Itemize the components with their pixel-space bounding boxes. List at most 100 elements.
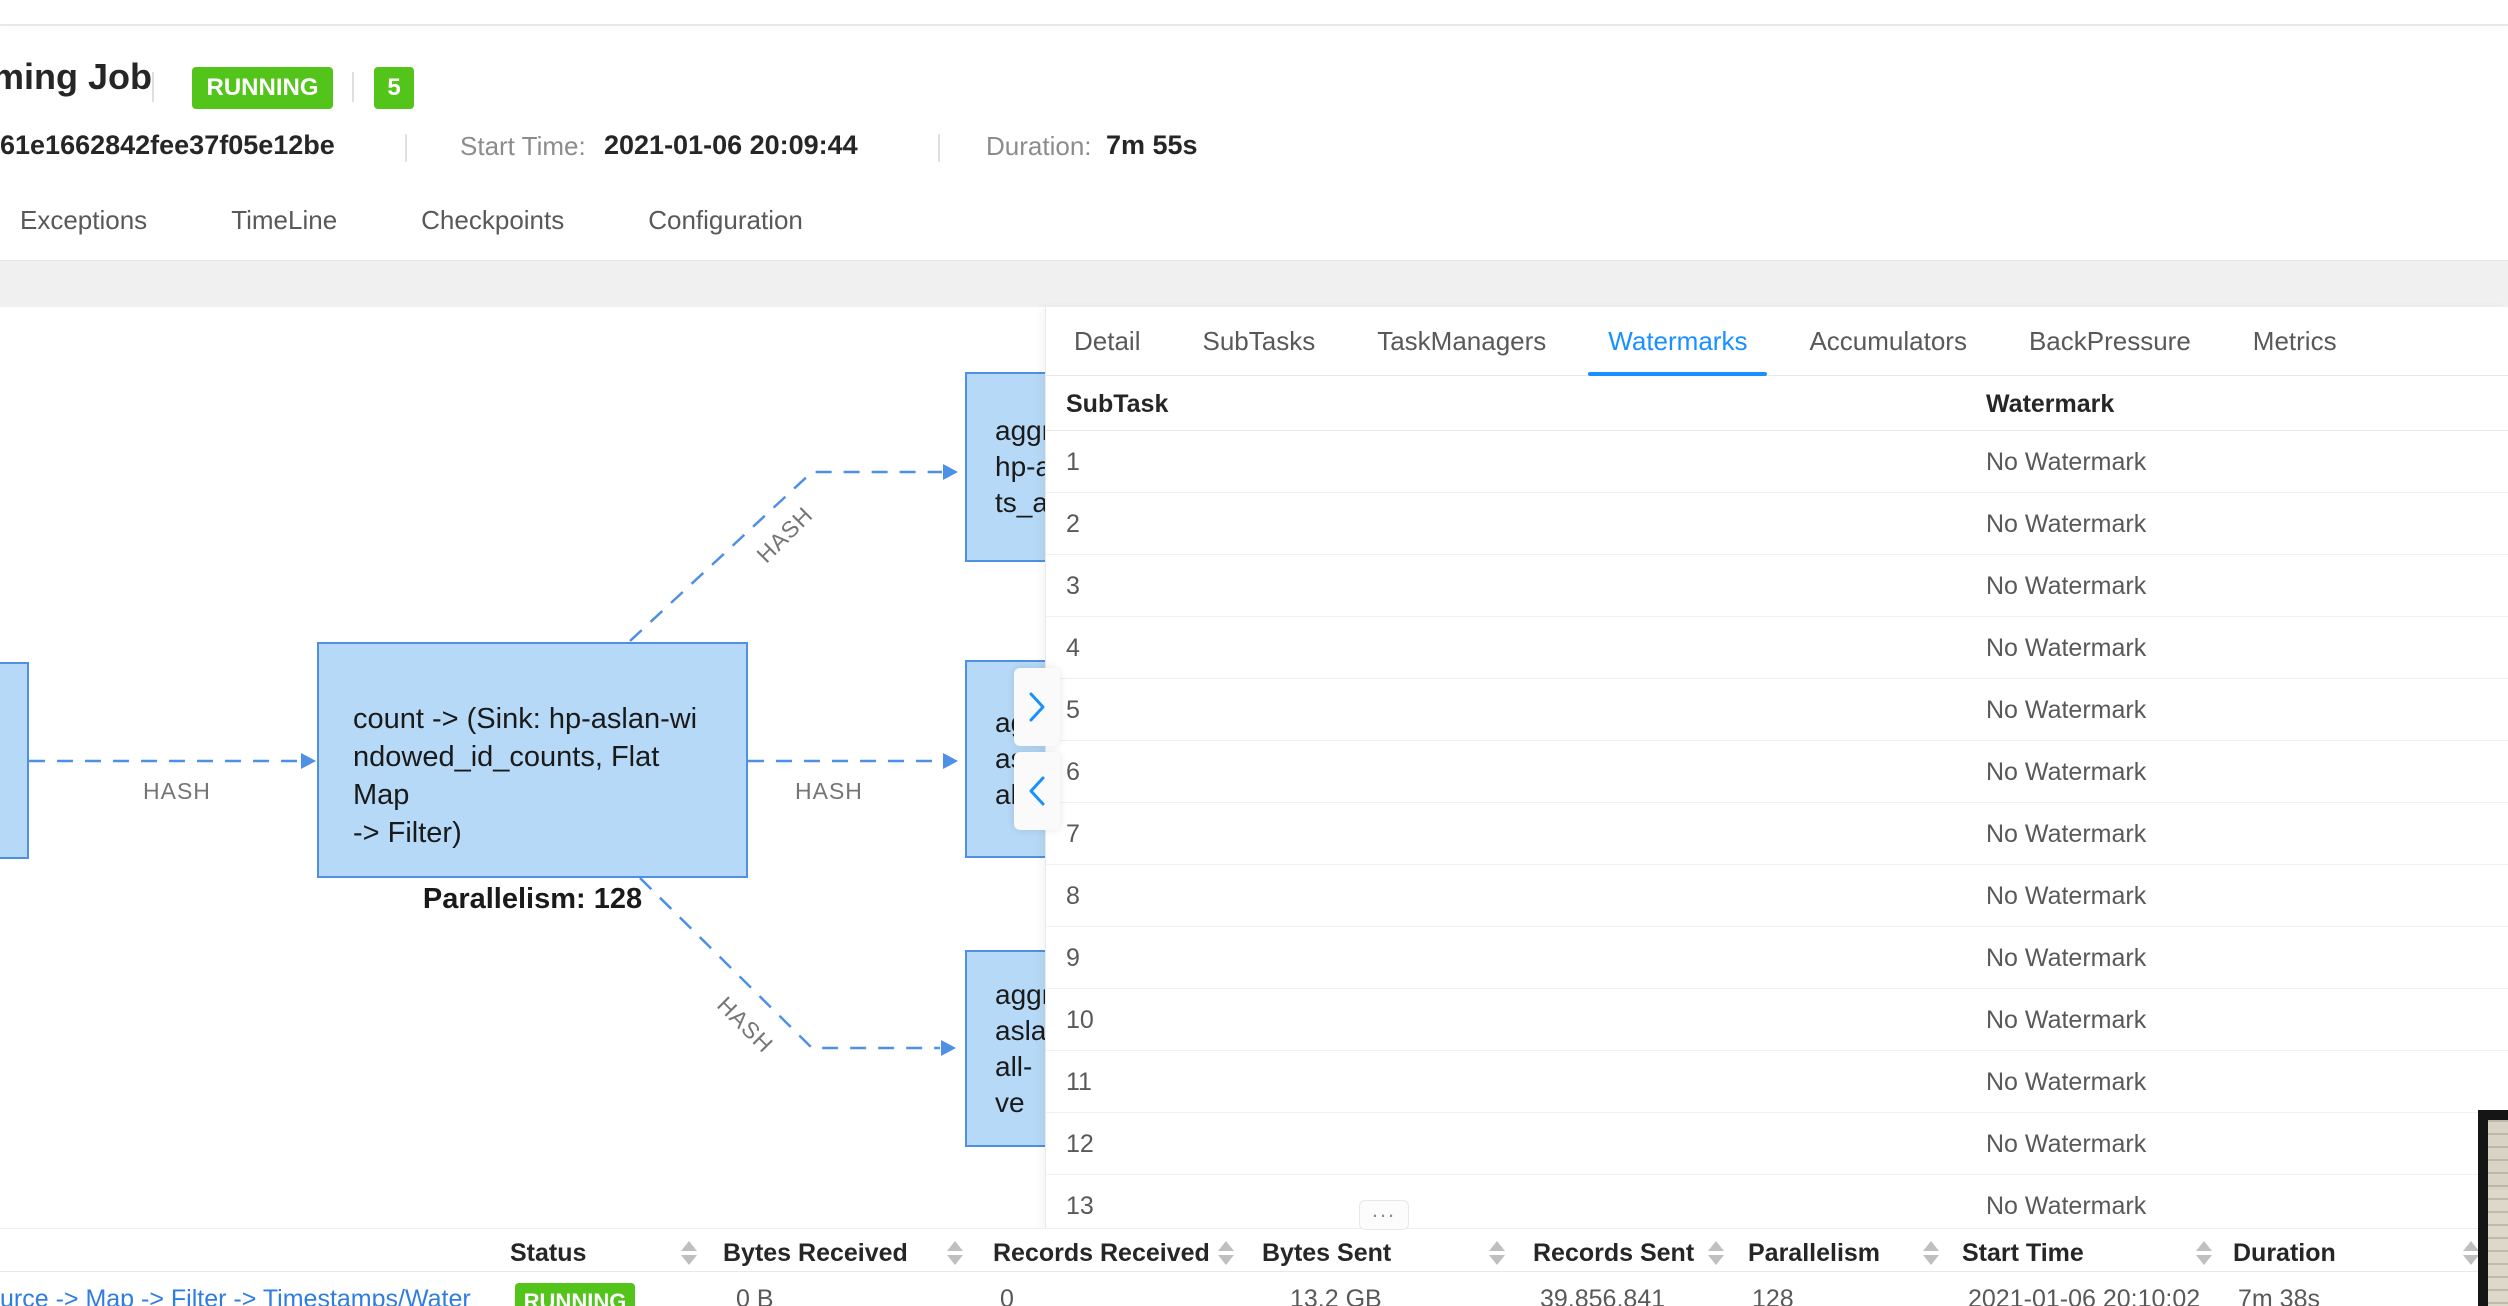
duration-cell: 7m 38s <box>2238 1285 2320 1306</box>
table-row: 1 No Watermark <box>1046 431 2508 493</box>
tab-timeline[interactable]: TimeLine <box>231 205 337 236</box>
table-row: 12 No Watermark <box>1046 1113 2508 1175</box>
table-row: 8 No Watermark <box>1046 865 2508 927</box>
toolbar-bottom-edge <box>0 24 2508 26</box>
flink-job-page: ming Job RUNNING 5 61e1662842fee37f05e12… <box>0 0 2508 1306</box>
table-row: 7 No Watermark <box>1046 803 2508 865</box>
watermark-cell: No Watermark <box>1986 510 2146 539</box>
table-row: 2 No Watermark <box>1046 493 2508 555</box>
sort-icon[interactable] <box>681 1241 697 1265</box>
subtask-cell: 11 <box>1066 1068 1092 1097</box>
column-header-records-received[interactable]: Records Received <box>993 1239 1210 1268</box>
node-text-line: ndowed_id_counts, Flat Map <box>353 738 712 814</box>
panel-resize-handle[interactable]: ... <box>1359 1200 1409 1230</box>
watermark-cell: No Watermark <box>1986 1192 2146 1221</box>
table-header-divider <box>0 1271 2508 1272</box>
subtask-cell: 9 <box>1066 944 1080 973</box>
graph-node-count-sink[interactable]: count -> (Sink: hp-aslan-wi ndowed_id_co… <box>317 642 748 878</box>
watermark-cell: No Watermark <box>1986 1068 2146 1097</box>
watermark-table-header: SubTask Watermark <box>1046 376 2508 431</box>
sort-icon[interactable] <box>1489 1241 1505 1265</box>
records-sent-cell: 39,856,841 <box>1540 1285 1665 1306</box>
subtask-cell: 7 <box>1066 820 1080 849</box>
graph-node-top-right[interactable]: aggr_ hp-a ts_all <box>965 372 1045 562</box>
chevron-right-icon <box>1027 690 1047 724</box>
tab-detail[interactable]: Detail <box>1074 307 1140 375</box>
tab-backpressure[interactable]: BackPressure <box>2029 307 2191 375</box>
column-header-status[interactable]: Status <box>510 1239 586 1268</box>
tab-configuration[interactable]: Configuration <box>648 205 803 236</box>
watermark-column-header: Watermark <box>1986 390 2114 419</box>
node-text-line: all-ve <box>995 1049 1045 1121</box>
node-text-line: count -> (Sink: hp-aslan-wi <box>353 700 712 738</box>
divider <box>405 134 407 162</box>
node-text-line: ts_all <box>995 485 1045 521</box>
tab-taskmanagers[interactable]: TaskManagers <box>1377 307 1546 375</box>
graph-node-left-clipped[interactable] <box>0 662 29 859</box>
divider <box>938 134 940 162</box>
tab-metrics[interactable]: Metrics <box>2253 307 2337 375</box>
subtask-cell: 13 <box>1066 1192 1094 1221</box>
subtask-cell: 3 <box>1066 572 1080 601</box>
subtask-cell: 12 <box>1066 1130 1094 1159</box>
panel-expand-button[interactable] <box>1014 668 1060 746</box>
sort-icon[interactable] <box>947 1241 963 1265</box>
table-row: 6 No Watermark <box>1046 741 2508 803</box>
table-row: 11 No Watermark <box>1046 1051 2508 1113</box>
sort-icon[interactable] <box>2463 1241 2479 1265</box>
sort-icon[interactable] <box>1923 1241 1939 1265</box>
column-header-bytes-received[interactable]: Bytes Received <box>723 1239 908 1268</box>
job-graph-canvas[interactable]: HASH HASH HASH HASH count -> (Sink: hp-a… <box>0 307 1045 1228</box>
grey-band <box>0 261 2508 307</box>
subtask-cell: 8 <box>1066 882 1080 911</box>
graph-node-bottom-right[interactable]: aggr_ aslan all-ve <box>965 950 1045 1147</box>
table-row: 5 No Watermark <box>1046 679 2508 741</box>
chevron-left-icon <box>1027 774 1047 808</box>
subtask-cell: 5 <box>1066 696 1080 725</box>
tab-checkpoints[interactable]: Checkpoints <box>421 205 564 236</box>
subtask-cell: 1 <box>1066 448 1080 477</box>
tab-watermarks[interactable]: Watermarks <box>1608 307 1747 375</box>
vertex-name-link[interactable]: urce -> Map -> Filter -> Timestamps/Wate… <box>0 1285 471 1306</box>
node-parallelism: Parallelism: 128 <box>353 880 712 918</box>
column-header-start-time[interactable]: Start Time <box>1962 1239 2084 1268</box>
watermark-cell: No Watermark <box>1986 758 2146 787</box>
tab-subtasks[interactable]: SubTasks <box>1202 307 1315 375</box>
bytes-sent-cell: 13.2 GB <box>1290 1285 1382 1306</box>
node-text-line: aslan <box>995 1013 1045 1049</box>
vertex-list-panel: Status Bytes Received Records Received B… <box>0 1228 2508 1306</box>
table-row: 9 No Watermark <box>1046 927 2508 989</box>
status-badge: RUNNING <box>192 67 333 109</box>
watermark-cell: No Watermark <box>1986 944 2146 973</box>
node-text-line: hp-a <box>995 449 1045 485</box>
page-title: ming Job <box>0 56 152 98</box>
bytes-received-cell: 0 B <box>736 1285 774 1306</box>
column-header-bytes-sent[interactable]: Bytes Sent <box>1262 1239 1391 1268</box>
parallelism-cell: 128 <box>1752 1285 1794 1306</box>
vertex-detail-panel: Detail SubTasks TaskManagers Watermarks … <box>1045 307 2508 1306</box>
count-badge: 5 <box>374 67 414 109</box>
subtask-column-header: SubTask <box>1066 390 1168 419</box>
camera-overlay <box>2478 1110 2508 1306</box>
watermark-cell: No Watermark <box>1986 882 2146 911</box>
subtask-cell: 2 <box>1066 510 1080 539</box>
job-tabs: Exceptions TimeLine Checkpoints Configur… <box>20 205 803 236</box>
watermark-cell: No Watermark <box>1986 572 2146 601</box>
column-header-parallelism[interactable]: Parallelism <box>1748 1239 1880 1268</box>
tab-accumulators[interactable]: Accumulators <box>1809 307 1967 375</box>
column-header-records-sent[interactable]: Records Sent <box>1533 1239 1694 1268</box>
node-text-line: -> Filter) <box>353 814 712 852</box>
duration-value: 7m 55s <box>1106 130 1198 161</box>
panel-collapse-button[interactable] <box>1014 752 1060 830</box>
divider <box>152 72 154 102</box>
column-header-duration[interactable]: Duration <box>2233 1239 2336 1268</box>
sort-icon[interactable] <box>1218 1241 1234 1265</box>
edge-label-hash: HASH <box>795 778 863 805</box>
start-time-cell: 2021-01-06 20:10:02 <box>1968 1285 2200 1306</box>
tab-exceptions[interactable]: Exceptions <box>20 205 147 236</box>
sort-icon[interactable] <box>1708 1241 1724 1265</box>
job-id: 61e1662842fee37f05e12be <box>0 130 335 161</box>
table-row: 10 No Watermark <box>1046 989 2508 1051</box>
subtask-cell: 4 <box>1066 634 1080 663</box>
sort-icon[interactable] <box>2196 1241 2212 1265</box>
